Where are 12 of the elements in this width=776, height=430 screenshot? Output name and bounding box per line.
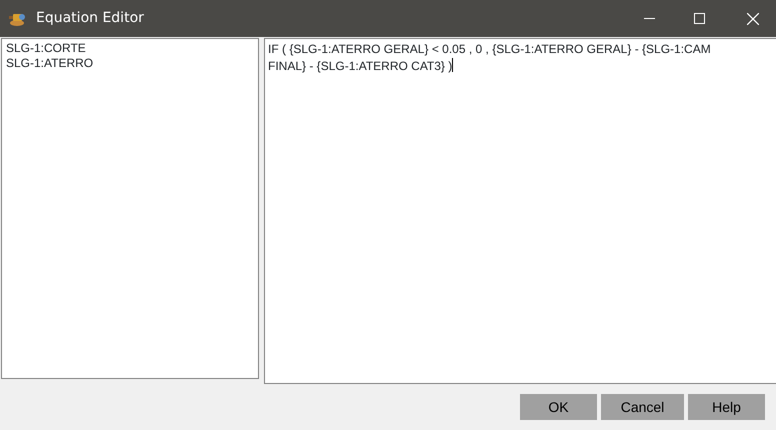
minimize-icon [644, 18, 654, 19]
equation-text: FINAL} - {SLG-1:ATERRO CAT3} ) [268, 59, 452, 73]
variable-item[interactable]: SLG-1:CORTE [6, 41, 86, 56]
window-title: Equation Editor [36, 9, 144, 28]
close-icon [747, 12, 759, 24]
variable-item[interactable]: SLG-1:ATERRO [6, 56, 94, 71]
dialog-button[interactable]: Cancel [601, 394, 684, 420]
maximize-icon [694, 13, 704, 24]
equation-field[interactable]: IF ( {SLG-1:ATERRO GERAL} < 0.05 , 0 , {SLG-1:ATERRO GERAL} - {SLG-1:CAM FINAL} - {SLG-1:ATERRO CAT3} ) [264, 38, 776, 384]
dialog-button[interactable]: Help [688, 394, 765, 420]
dialog-button[interactable]: OK [520, 394, 597, 420]
equation-text: IF ( {SLG-1:ATERRO GERAL} < 0.05 , 0 , {SLG-1:ATERRO GERAL} - {SLG-1:CAM [268, 42, 711, 56]
